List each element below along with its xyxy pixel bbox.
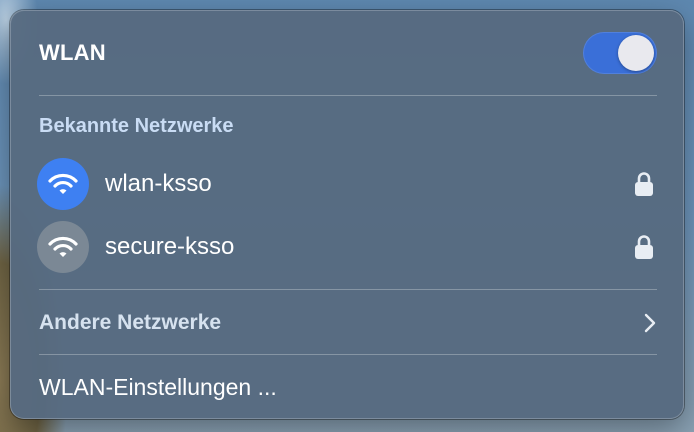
wifi-icon [37,221,89,273]
wlan-title: WLAN [39,40,106,65]
wlan-toggle[interactable] [583,32,657,74]
chevron-right-icon [644,313,656,333]
known-networks-heading: Bekannte Netzwerke [39,115,234,137]
network-name: secure-ksso [105,233,235,260]
network-item-wlan-ksso[interactable]: wlan-ksso [37,157,657,211]
lock-icon [635,235,653,259]
wlan-menu-panel: WLAN Bekannte Netzwerke wlan-ksso secure… [10,10,684,419]
lock-icon [635,172,653,196]
divider [39,354,657,355]
wlan-settings-label: WLAN-Einstellungen ... [39,373,277,400]
wifi-icon [37,158,89,210]
divider [39,95,657,96]
toggle-knob [618,35,654,71]
divider [39,289,657,290]
network-name: wlan-ksso [105,170,212,197]
wlan-settings-item[interactable]: WLAN-Einstellungen ... [39,367,657,407]
network-item-secure-ksso[interactable]: secure-ksso [37,220,657,274]
other-networks-item[interactable]: Andere Netzwerke [39,303,657,343]
other-networks-label: Andere Netzwerke [39,311,222,334]
wlan-header: WLAN [39,32,657,74]
